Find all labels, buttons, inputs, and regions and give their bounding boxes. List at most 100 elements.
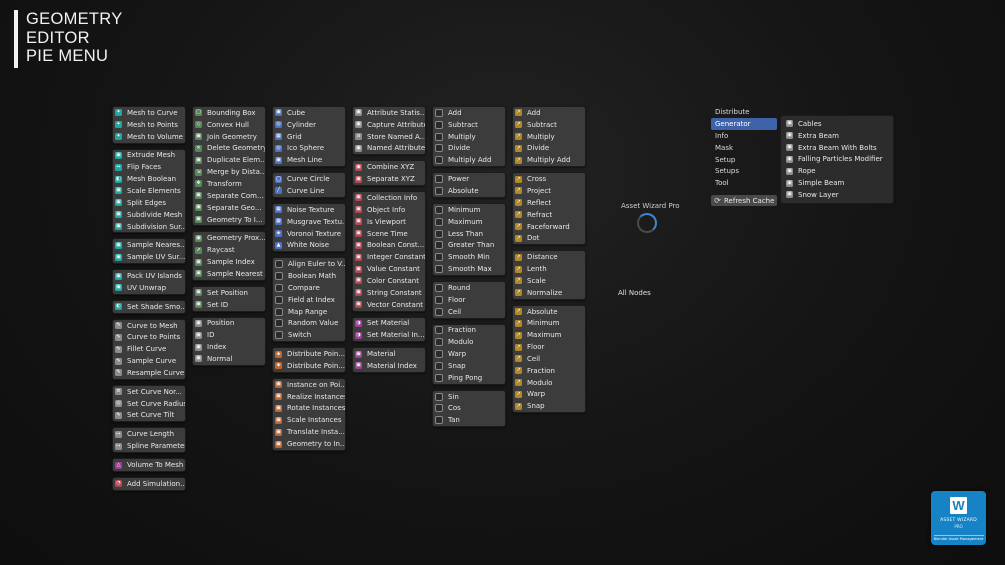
node-item-white-noise[interactable]: ▲ White Noise xyxy=(273,239,345,251)
node-item-geometry-to-i[interactable]: ▣ Geometry To I... xyxy=(193,214,265,226)
node-item-add[interactable]: Add xyxy=(433,107,505,119)
node-item-set-material[interactable]: ◑ Set Material xyxy=(353,318,425,330)
node-item-mesh-to-curve[interactable]: ✦ Mesh to Curve xyxy=(113,107,185,119)
node-item-translate-insta[interactable]: ▣ Translate Insta... xyxy=(273,426,345,438)
node-item-rotate-instances[interactable]: ▣ Rotate Instances xyxy=(273,403,345,415)
node-item-smooth-min[interactable]: Smooth Min xyxy=(433,251,505,263)
node-item-mesh-to-points[interactable]: ✦ Mesh to Points xyxy=(113,119,185,131)
node-item-pack-uv-islands[interactable]: ▣ Pack UV Islands xyxy=(113,270,185,282)
node-item-round[interactable]: Round xyxy=(433,282,505,294)
node-item-set-id[interactable]: ▣ Set ID xyxy=(193,299,265,311)
node-item-merge-by-dista[interactable]: ⇲ Merge by Dista... xyxy=(193,166,265,178)
node-item-bounding-box[interactable]: ▢ Bounding Box xyxy=(193,107,265,119)
node-item-vector-constant[interactable]: ▣ Vector Constant xyxy=(353,299,425,311)
node-item-fraction[interactable]: ↗ Fraction xyxy=(513,365,585,377)
node-item-curve-circle[interactable]: ◯ Curve Circle xyxy=(273,173,345,185)
node-item-mesh-to-volume[interactable]: ✦ Mesh to Volume xyxy=(113,131,185,143)
node-item-uv-unwrap[interactable]: ▣ UV Unwrap xyxy=(113,282,185,294)
node-item-divide[interactable]: Divide xyxy=(433,143,505,155)
node-item-reflect[interactable]: ↗ Reflect xyxy=(513,197,585,209)
node-item-greater-than[interactable]: Greater Than xyxy=(433,239,505,251)
node-item-sample-nearest[interactable]: ▣ Sample Nearest xyxy=(193,268,265,280)
node-item-tan[interactable]: Tan xyxy=(433,414,505,426)
node-item-distribute-poin[interactable]: ◈ Distribute Poin... xyxy=(273,360,345,372)
node-item-normal[interactable]: ▣ Normal xyxy=(193,353,265,365)
refresh-cache-button[interactable]: ⟳ Refresh Cache xyxy=(711,195,777,206)
node-item-spline-parameter[interactable]: ↦ Spline Parameter xyxy=(113,440,185,452)
node-item-set-material-in[interactable]: ◑ Set Material In... xyxy=(353,329,425,341)
node-item-cross[interactable]: ↗ Cross xyxy=(513,173,585,185)
node-item-musgrave-textu[interactable]: ▦ Musgrave Textu... xyxy=(273,216,345,228)
category-info[interactable]: Info xyxy=(711,130,777,142)
node-item-ping-pong[interactable]: Ping Pong xyxy=(433,372,505,384)
node-item-modulo[interactable]: Modulo xyxy=(433,336,505,348)
node-item-curve-to-points[interactable]: ✎ Curve to Points xyxy=(113,332,185,344)
node-item-set-curve-tilt[interactable]: ✎ Set Curve Tilt xyxy=(113,410,185,422)
category-setups[interactable]: Setups xyxy=(711,165,777,177)
node-item-join-geometry[interactable]: ▣ Join Geometry xyxy=(193,131,265,143)
all-nodes-label[interactable]: All Nodes xyxy=(618,289,651,297)
node-item-compare[interactable]: Compare xyxy=(273,282,345,294)
node-item-scene-time[interactable]: ▣ Scene Time xyxy=(353,228,425,240)
asset-item-cables[interactable]: ▣ Cables xyxy=(781,118,893,130)
asset-item-extra-beam[interactable]: ▣ Extra Beam xyxy=(781,130,893,142)
node-item-add-simulation[interactable]: ◔ Add Simulation... xyxy=(113,478,185,490)
node-item-flip-faces[interactable]: ↔ Flip Faces xyxy=(113,161,185,173)
node-item-geometry-to-in[interactable]: ▣ Geometry to In... xyxy=(273,438,345,450)
node-item-index[interactable]: ▣ Index xyxy=(193,341,265,353)
node-item-normalize[interactable]: ↗ Normalize xyxy=(513,287,585,299)
node-item-ico-sphere[interactable]: ◎ Ico Sphere xyxy=(273,143,345,155)
node-item-curve-to-mesh[interactable]: ✎ Curve to Mesh xyxy=(113,320,185,332)
node-item-map-range[interactable]: Map Range xyxy=(273,306,345,318)
node-item-warp[interactable]: Warp xyxy=(433,348,505,360)
node-item-switch[interactable]: Switch xyxy=(273,329,345,341)
node-item-id[interactable]: ▣ ID xyxy=(193,329,265,341)
node-item-mesh-line[interactable]: ▣ Mesh Line xyxy=(273,154,345,166)
node-item-split-edges[interactable]: ▣ Split Edges xyxy=(113,197,185,209)
node-item-voronoi-texture[interactable]: ◈ Voronoi Texture xyxy=(273,228,345,240)
node-item-mesh-boolean[interactable]: ◧ Mesh Boolean xyxy=(113,173,185,185)
node-item-color-constant[interactable]: ▣ Color Constant xyxy=(353,275,425,287)
node-item-subtract[interactable]: ↗ Subtract xyxy=(513,119,585,131)
node-item-grid[interactable]: ▦ Grid xyxy=(273,131,345,143)
node-item-collection-info[interactable]: ▣ Collection Info xyxy=(353,192,425,204)
category-tool[interactable]: Tool xyxy=(711,177,777,189)
node-item-multiply-add[interactable]: Multiply Add xyxy=(433,154,505,166)
node-item-convex-hull[interactable]: ◇ Convex Hull xyxy=(193,119,265,131)
node-item-dot[interactable]: ↗ Dot xyxy=(513,232,585,244)
category-distribute[interactable]: Distribute xyxy=(711,106,777,118)
node-item-string-constant[interactable]: ▣ String Constant xyxy=(353,287,425,299)
node-item-sin[interactable]: Sin xyxy=(433,391,505,403)
node-item-subtract[interactable]: Subtract xyxy=(433,119,505,131)
category-mask[interactable]: Mask xyxy=(711,142,777,154)
node-item-multiply[interactable]: Multiply xyxy=(433,131,505,143)
node-item-snap[interactable]: Snap xyxy=(433,360,505,372)
node-item-capture-attribute[interactable]: ▣ Capture Attribute xyxy=(353,119,425,131)
node-item-scale-elements[interactable]: ▣ Scale Elements xyxy=(113,185,185,197)
asset-item-rope[interactable]: ▣ Rope xyxy=(781,165,893,177)
node-item-material[interactable]: ▣ Material xyxy=(353,348,425,360)
node-item-cylinder[interactable]: ◎ Cylinder xyxy=(273,119,345,131)
node-item-add[interactable]: ↗ Add xyxy=(513,107,585,119)
node-item-multiply[interactable]: ↗ Multiply xyxy=(513,131,585,143)
node-item-transform[interactable]: ✥ Transform xyxy=(193,178,265,190)
node-item-snap[interactable]: ↗ Snap xyxy=(513,400,585,412)
asset-item-extra-beam-with-bolts[interactable]: ▣ Extra Beam With Bolts xyxy=(781,142,893,154)
node-item-faceforward[interactable]: ↗ Faceforward xyxy=(513,221,585,233)
node-item-object-info[interactable]: ▣ Object Info xyxy=(353,204,425,216)
asset-item-simple-beam[interactable]: ▣ Simple Beam xyxy=(781,177,893,189)
node-item-ceil[interactable]: ↗ Ceil xyxy=(513,353,585,365)
node-item-set-curve-radius[interactable]: ◎ Set Curve Radius xyxy=(113,398,185,410)
node-item-project[interactable]: ↗ Project xyxy=(513,185,585,197)
node-item-sample-neares[interactable]: ▣ Sample Neares... xyxy=(113,239,185,251)
node-item-divide[interactable]: ↗ Divide xyxy=(513,143,585,155)
node-item-boolean-math[interactable]: Boolean Math xyxy=(273,270,345,282)
node-item-attribute-statis[interactable]: ▣ Attribute Statis... xyxy=(353,107,425,119)
node-item-fraction[interactable]: Fraction xyxy=(433,325,505,337)
node-item-extrude-mesh[interactable]: ▣ Extrude Mesh xyxy=(113,150,185,162)
asset-item-falling-particles-modifier[interactable]: ▣ Falling Particles Modifier xyxy=(781,154,893,166)
node-item-maximum[interactable]: Maximum xyxy=(433,216,505,228)
node-item-subdivision-sur[interactable]: ▣ Subdivision Sur... xyxy=(113,221,185,233)
node-item-store-named-a[interactable]: a Store Named A... xyxy=(353,131,425,143)
node-item-modulo[interactable]: ↗ Modulo xyxy=(513,377,585,389)
